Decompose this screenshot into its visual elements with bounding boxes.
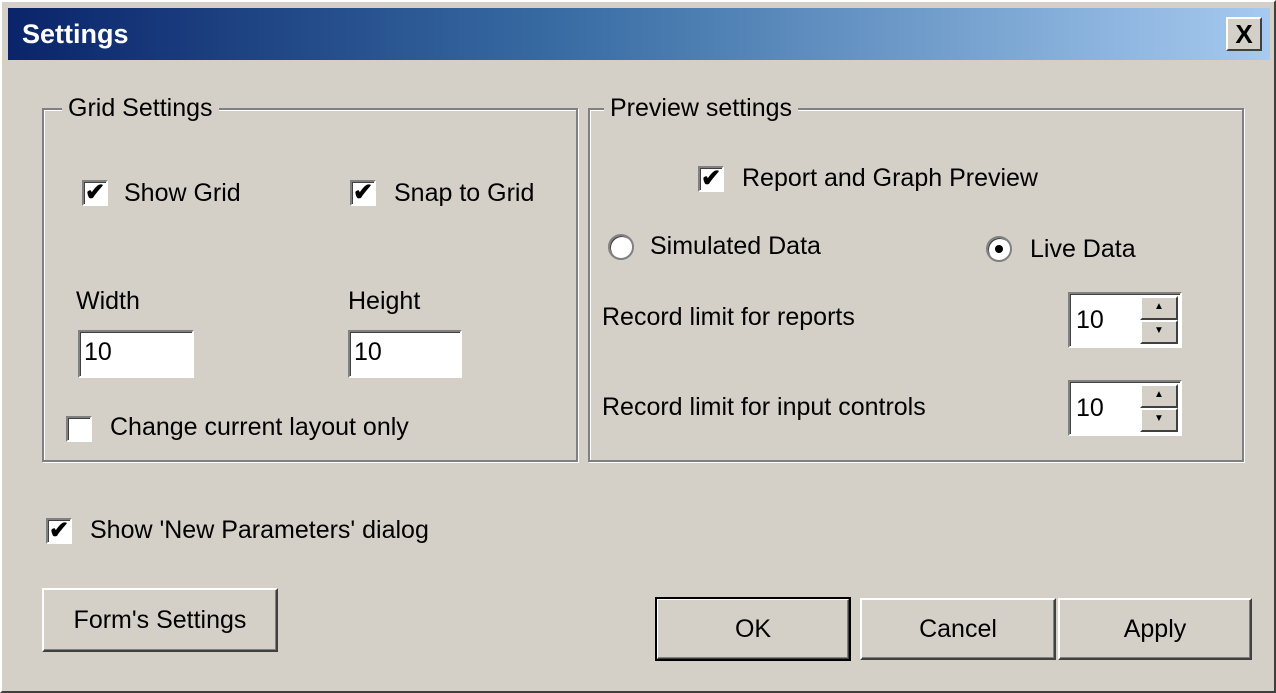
spin-down-button[interactable]: ▼ [1140,408,1178,432]
spin-up-icon: ▲ [1154,301,1164,312]
spin-down-button[interactable]: ▼ [1140,320,1178,344]
preview-settings-legend: Preview settings [604,93,799,123]
report-graph-preview-checkbox[interactable]: ✔ [698,166,724,192]
report-graph-preview-label[interactable]: Report and Graph Preview [742,163,1038,193]
settings-dialog: Settings X Grid Settings ✔ Show Grid ✔ S… [0,0,1276,693]
forms-settings-button[interactable]: Form's Settings [42,588,278,652]
spin-down-icon: ▼ [1154,413,1164,424]
preview-settings-group: Preview settings ✔ Report and Graph Prev… [588,93,1244,462]
change-current-layout-label[interactable]: Change current layout only [110,412,409,442]
ok-button[interactable]: OK [655,597,851,661]
width-label: Width [76,287,140,315]
record-limit-input-controls-value[interactable]: 10 [1076,390,1104,426]
grid-settings-group: Grid Settings ✔ Show Grid ✔ Snap to Grid… [42,93,578,462]
check-icon: ✔ [352,179,374,206]
spin-up-button[interactable]: ▲ [1140,296,1178,320]
check-icon: ✔ [84,179,106,206]
spin-up-button[interactable]: ▲ [1140,384,1178,408]
height-label: Height [348,287,421,315]
show-new-parameters-label[interactable]: Show 'New Parameters' dialog [90,515,429,545]
simulated-data-label[interactable]: Simulated Data [650,231,821,261]
grid-settings-legend: Grid Settings [62,93,219,123]
check-icon: ✔ [48,517,70,544]
grid-height-input[interactable]: 10 [348,330,462,378]
record-limit-input-controls-label: Record limit for input controls [602,393,926,421]
record-limit-input-controls-spinner[interactable]: 10 ▲ ▼ [1068,380,1182,436]
simulated-data-radio[interactable] [608,234,634,260]
show-grid-checkbox[interactable]: ✔ [82,180,108,206]
spin-down-icon: ▼ [1154,325,1164,336]
show-grid-label[interactable]: Show Grid [124,178,241,208]
show-new-parameters-checkbox[interactable]: ✔ [46,518,72,544]
live-data-label[interactable]: Live Data [1030,234,1136,264]
close-button[interactable]: X [1226,17,1262,51]
close-icon: X [1235,19,1253,49]
change-current-layout-checkbox[interactable] [66,416,92,442]
record-limit-reports-label: Record limit for reports [602,303,855,331]
live-data-radio[interactable] [986,236,1012,262]
snap-to-grid-checkbox[interactable]: ✔ [350,180,376,206]
apply-button[interactable]: Apply [1058,598,1252,660]
grid-width-input[interactable]: 10 [78,330,194,378]
record-limit-reports-value[interactable]: 10 [1076,302,1104,338]
check-icon: ✔ [700,165,722,192]
cancel-button[interactable]: Cancel [860,598,1056,660]
record-limit-reports-spinner[interactable]: 10 ▲ ▼ [1068,292,1182,348]
title-bar[interactable]: Settings X [8,8,1270,60]
snap-to-grid-label[interactable]: Snap to Grid [394,178,534,208]
radio-selected-dot [995,245,1003,253]
dialog-title: Settings [22,19,129,49]
spin-up-icon: ▲ [1154,389,1164,400]
